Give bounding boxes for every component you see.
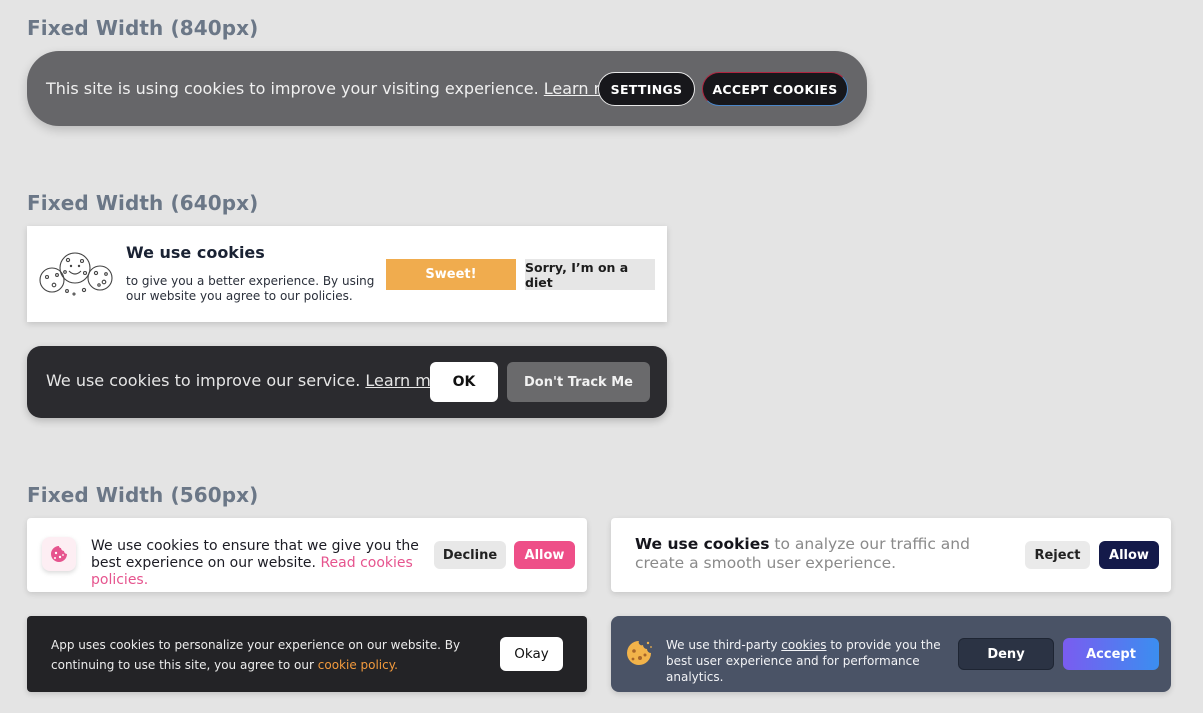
banner-message: We use third-party cookies to provide yo…: [666, 638, 941, 684]
banner-message: We use cookies to ensure that we give yo…: [91, 538, 419, 588]
cookie-icon: [627, 641, 652, 665]
allow-button[interactable]: Allow: [514, 541, 575, 569]
cookie-banner-560-navy: We use cookies to analyze our traffic an…: [611, 518, 1171, 592]
banner-message: We use cookies to analyze our traffic an…: [635, 535, 970, 572]
cookie-banner-640-light: We use cookies to give you a better expe…: [27, 226, 667, 322]
reject-button[interactable]: Reject: [1025, 541, 1090, 569]
cookie-policy-link[interactable]: cookie policy.: [318, 658, 398, 672]
okay-button[interactable]: Okay: [500, 637, 563, 671]
sweet-button[interactable]: Sweet!: [386, 259, 516, 290]
cookie-banner-840: This site is using cookies to improve yo…: [27, 51, 867, 126]
allow-button[interactable]: Allow: [1099, 541, 1159, 569]
dont-track-me-button[interactable]: Don't Track Me: [507, 362, 650, 402]
banner-message: We use cookies to improve our service. L…: [46, 371, 457, 390]
cookies-link[interactable]: cookies: [781, 638, 826, 652]
banner-heading: We use cookies: [126, 243, 265, 262]
cookie-icon: [42, 537, 76, 571]
cookies-illustration-icon: [39, 252, 113, 296]
cookie-banner-560-pink: We use cookies to ensure that we give yo…: [27, 518, 587, 592]
settings-button[interactable]: SETTINGS: [598, 72, 695, 106]
cookie-banner-560-dark: App uses cookies to personalize your exp…: [27, 616, 587, 692]
accept-button[interactable]: Accept: [1063, 638, 1159, 670]
banner-message: This site is using cookies to improve yo…: [46, 79, 636, 98]
cookie-banner-640-dark: We use cookies to improve our service. L…: [27, 346, 667, 418]
banner-subtext: to give you a better experience. By usin…: [126, 274, 375, 303]
section-title-560: Fixed Width (560px): [27, 483, 259, 507]
decline-diet-button[interactable]: Sorry, I’m on a diet: [525, 259, 655, 290]
section-title-640: Fixed Width (640px): [27, 191, 259, 215]
ok-button[interactable]: OK: [430, 362, 498, 402]
section-title-840: Fixed Width (840px): [27, 16, 259, 40]
accept-cookies-button[interactable]: ACCEPT COOKIES: [702, 72, 848, 106]
banner-message: App uses cookies to personalize your exp…: [51, 638, 461, 672]
deny-button[interactable]: Deny: [958, 638, 1054, 670]
cookie-banner-560-slate: We use third-party cookies to provide yo…: [611, 616, 1171, 692]
decline-button[interactable]: Decline: [434, 541, 506, 569]
